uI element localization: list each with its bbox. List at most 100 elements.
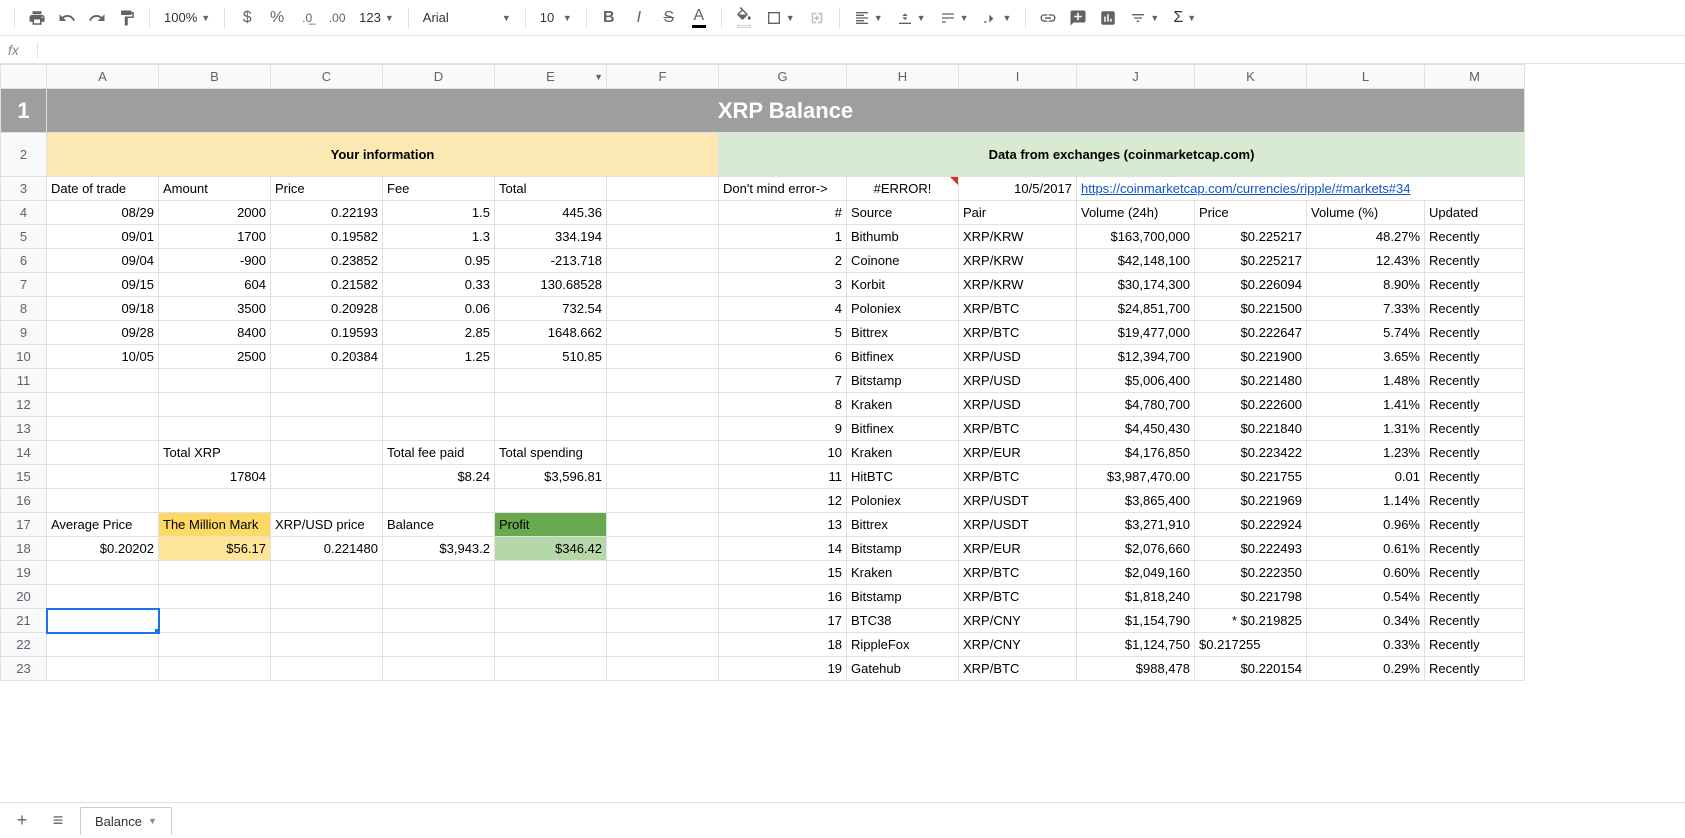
cell[interactable]: Recently <box>1425 609 1525 633</box>
cell[interactable]: Bithumb <box>847 225 959 249</box>
cell[interactable]: 1700 <box>159 225 271 249</box>
cell[interactable] <box>47 417 159 441</box>
cell[interactable]: Recently <box>1425 633 1525 657</box>
cell[interactable]: $3,596.81 <box>495 465 607 489</box>
col-K[interactable]: K <box>1195 65 1307 89</box>
halign-button[interactable]: ▼ <box>848 4 889 32</box>
cell[interactable] <box>495 657 607 681</box>
cell[interactable]: $2,049,160 <box>1077 561 1195 585</box>
cell[interactable]: Don't mind error-> <box>719 177 847 201</box>
cell[interactable]: XRP/BTC <box>959 417 1077 441</box>
cell[interactable] <box>271 489 383 513</box>
cell[interactable]: 130.68528 <box>495 273 607 297</box>
cell[interactable]: 510.85 <box>495 345 607 369</box>
print-button[interactable] <box>23 4 51 32</box>
cell[interactable]: XRP/BTC <box>959 585 1077 609</box>
cell[interactable]: Recently <box>1425 393 1525 417</box>
cell[interactable]: $163,700,000 <box>1077 225 1195 249</box>
cell[interactable] <box>271 441 383 465</box>
cell[interactable]: Updated <box>1425 201 1525 225</box>
cell[interactable]: XRP/CNY <box>959 609 1077 633</box>
comment-button[interactable] <box>1064 4 1092 32</box>
cell[interactable] <box>47 369 159 393</box>
cell[interactable] <box>47 609 159 633</box>
cell[interactable] <box>495 633 607 657</box>
cell[interactable]: Source <box>847 201 959 225</box>
cell[interactable] <box>383 369 495 393</box>
cell[interactable]: $12,394,700 <box>1077 345 1195 369</box>
cell[interactable]: 0.20384 <box>271 345 383 369</box>
paint-format-button[interactable] <box>113 4 141 32</box>
cell[interactable]: 12 <box>719 489 847 513</box>
cell[interactable] <box>47 441 159 465</box>
row-header[interactable]: 10 <box>1 345 47 369</box>
cell[interactable]: 11 <box>719 465 847 489</box>
cell[interactable] <box>271 369 383 393</box>
strike-button[interactable]: S <box>655 4 683 32</box>
cell[interactable]: 0.61% <box>1307 537 1425 561</box>
cell[interactable]: XRP/USDT <box>959 513 1077 537</box>
cell[interactable]: 0.221480 <box>271 537 383 561</box>
cell[interactable]: Kraken <box>847 441 959 465</box>
cell[interactable] <box>159 417 271 441</box>
cell[interactable]: 0.33% <box>1307 633 1425 657</box>
cell[interactable]: 10/05 <box>47 345 159 369</box>
col-G[interactable]: G <box>719 65 847 89</box>
cell[interactable]: 8.90% <box>1307 273 1425 297</box>
cell[interactable]: 0.21582 <box>271 273 383 297</box>
cell[interactable]: $4,176,850 <box>1077 441 1195 465</box>
cell[interactable]: Total spending <box>495 441 607 465</box>
currency-button[interactable]: $ <box>233 4 261 32</box>
cell[interactable]: XRP/USD <box>959 345 1077 369</box>
cell[interactable]: Bittrex <box>847 321 959 345</box>
row-header[interactable]: 5 <box>1 225 47 249</box>
cell[interactable] <box>607 273 719 297</box>
cell[interactable]: Recently <box>1425 417 1525 441</box>
cell[interactable]: Total XRP <box>159 441 271 465</box>
cell[interactable]: $0.221840 <box>1195 417 1307 441</box>
cell[interactable]: 09/04 <box>47 249 159 273</box>
cell[interactable]: $3,271,910 <box>1077 513 1195 537</box>
cell[interactable]: XRP/BTC <box>959 657 1077 681</box>
cell[interactable]: Price <box>271 177 383 201</box>
cell[interactable]: 7 <box>719 369 847 393</box>
cell[interactable]: $0.221755 <box>1195 465 1307 489</box>
cell[interactable] <box>495 585 607 609</box>
cell[interactable]: Recently <box>1425 345 1525 369</box>
row-header[interactable]: 11 <box>1 369 47 393</box>
cell[interactable]: Recently <box>1425 297 1525 321</box>
cell[interactable] <box>607 201 719 225</box>
cell[interactable] <box>271 561 383 585</box>
cell[interactable] <box>495 417 607 441</box>
cell[interactable]: 1.14% <box>1307 489 1425 513</box>
cell[interactable]: HitBTC <box>847 465 959 489</box>
cell[interactable]: XRP/BTC <box>959 321 1077 345</box>
cell[interactable]: 1.5 <box>383 201 495 225</box>
cell[interactable]: 5 <box>719 321 847 345</box>
cell[interactable]: Bitstamp <box>847 537 959 561</box>
decrease-decimal-button[interactable]: .0̲ <box>293 4 321 32</box>
cell[interactable]: 4 <box>719 297 847 321</box>
cell[interactable]: $0.221500 <box>1195 297 1307 321</box>
cell[interactable] <box>159 369 271 393</box>
row-header[interactable]: 3 <box>1 177 47 201</box>
cell[interactable] <box>607 345 719 369</box>
cell[interactable]: 2.85 <box>383 321 495 345</box>
cell[interactable] <box>383 633 495 657</box>
cell[interactable]: 0.23852 <box>271 249 383 273</box>
cell[interactable]: 2000 <box>159 201 271 225</box>
cell[interactable]: $19,477,000 <box>1077 321 1195 345</box>
increase-decimal-button[interactable]: .00 <box>323 4 351 32</box>
cell[interactable]: $0.217255 <box>1195 633 1307 657</box>
cell[interactable] <box>607 513 719 537</box>
cell[interactable]: Bitstamp <box>847 369 959 393</box>
cell[interactable]: $0.221480 <box>1195 369 1307 393</box>
sheet-title[interactable]: XRP Balance <box>47 89 1525 133</box>
cell[interactable] <box>607 657 719 681</box>
cell[interactable]: $0.226094 <box>1195 273 1307 297</box>
cell[interactable]: XRP/KRW <box>959 249 1077 273</box>
cell[interactable]: Total <box>495 177 607 201</box>
cell[interactable] <box>271 465 383 489</box>
cell[interactable]: Recently <box>1425 321 1525 345</box>
cell[interactable]: 0.95 <box>383 249 495 273</box>
